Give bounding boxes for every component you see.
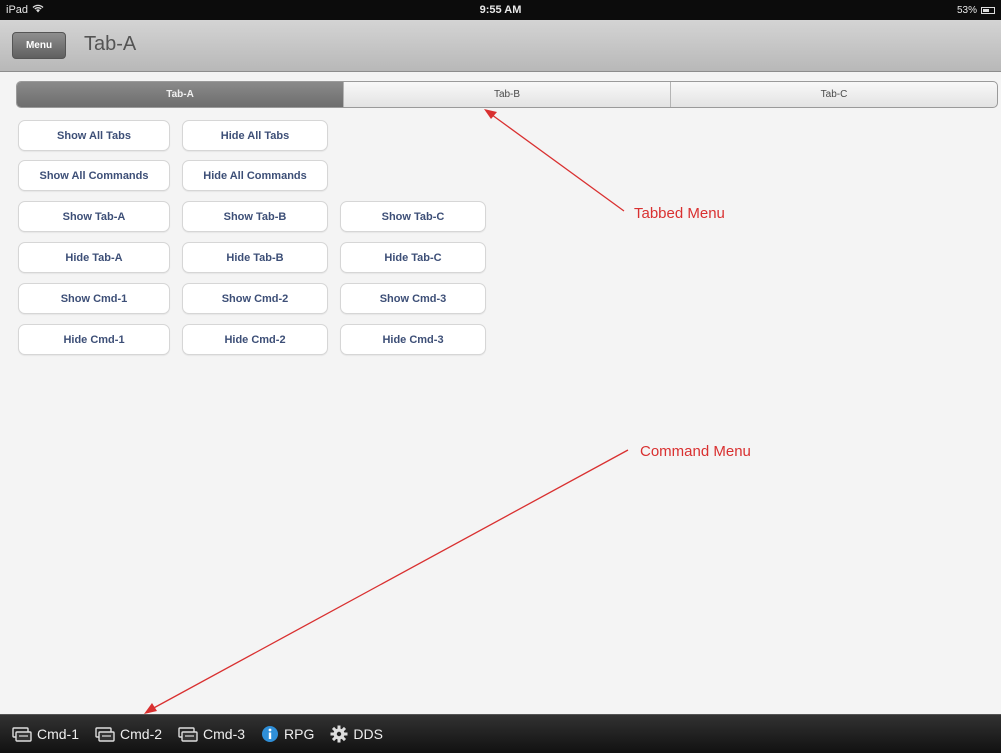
- gear-icon: [330, 725, 348, 743]
- hide-cmd-1-button[interactable]: Hide Cmd-1: [18, 324, 170, 355]
- status-time: 9:55 AM: [479, 4, 522, 16]
- battery-icon: [981, 6, 995, 14]
- command-cmd-3[interactable]: Cmd-3: [178, 726, 245, 742]
- command-label: RPG: [284, 726, 315, 742]
- command-menu-arrowhead: [144, 703, 157, 714]
- hide-all-commands-button[interactable]: Hide All Commands: [182, 160, 328, 191]
- show-all-commands-button[interactable]: Show All Commands: [18, 160, 170, 191]
- show-cmd-2-button[interactable]: Show Cmd-2: [182, 283, 328, 314]
- show-cmd-3-button[interactable]: Show Cmd-3: [340, 283, 486, 314]
- tab-a[interactable]: Tab-A: [17, 82, 343, 107]
- command-menu: Cmd-1 Cmd-2 Cmd-3 RPG DDS: [0, 714, 1001, 753]
- battery-percent: 53%: [956, 4, 977, 16]
- command-rpg[interactable]: RPG: [261, 725, 314, 743]
- terminal-icon: [95, 726, 115, 742]
- tabbed-menu-arrowhead: [484, 109, 497, 119]
- terminal-icon: [12, 726, 32, 742]
- navigation-bar: Menu Tab-A: [0, 20, 1001, 72]
- command-label: Cmd-2: [120, 726, 163, 742]
- status-bar: iPad 9:55 AM 53%: [0, 0, 1001, 20]
- show-all-tabs-button[interactable]: Show All Tabs: [18, 120, 170, 151]
- tab-c[interactable]: Tab-C: [670, 82, 997, 107]
- tabbed-menu-annotation: Tabbed Menu: [634, 205, 725, 222]
- hide-tab-c-button[interactable]: Hide Tab-C: [340, 242, 486, 273]
- hide-tab-a-button[interactable]: Hide Tab-A: [18, 242, 170, 273]
- tabbed-menu: Tab-A Tab-B Tab-C: [16, 81, 998, 108]
- command-label: DDS: [353, 726, 383, 742]
- tab-b[interactable]: Tab-B: [343, 82, 670, 107]
- terminal-icon: [178, 726, 198, 742]
- command-label: Cmd-1: [37, 726, 80, 742]
- status-right: 53%: [957, 5, 995, 16]
- hide-all-tabs-button[interactable]: Hide All Tabs: [182, 120, 328, 151]
- command-menu-annotation: Command Menu: [640, 443, 751, 460]
- command-label: Cmd-3: [203, 726, 246, 742]
- wifi-icon: [32, 4, 44, 16]
- hide-tab-b-button[interactable]: Hide Tab-B: [182, 242, 328, 273]
- tabbed-menu-arrow-line: [487, 111, 625, 212]
- page-title: Tab-A: [84, 33, 137, 55]
- hide-cmd-3-button[interactable]: Hide Cmd-3: [340, 324, 486, 355]
- status-left: iPad: [6, 4, 44, 16]
- show-cmd-1-button[interactable]: Show Cmd-1: [18, 283, 170, 314]
- info-icon: [261, 725, 279, 743]
- menu-button[interactable]: Menu: [12, 32, 66, 59]
- show-tab-c-button[interactable]: Show Tab-C: [340, 201, 486, 232]
- command-dds[interactable]: DDS: [330, 725, 383, 743]
- command-cmd-1[interactable]: Cmd-1: [12, 726, 79, 742]
- device-name: iPad: [6, 4, 29, 16]
- command-menu-arrow-line: [149, 449, 629, 711]
- annotation-arrows: [144, 109, 629, 714]
- command-cmd-2[interactable]: Cmd-2: [95, 726, 162, 742]
- show-tab-b-button[interactable]: Show Tab-B: [182, 201, 328, 232]
- show-tab-a-button[interactable]: Show Tab-A: [18, 201, 170, 232]
- hide-cmd-2-button[interactable]: Hide Cmd-2: [182, 324, 328, 355]
